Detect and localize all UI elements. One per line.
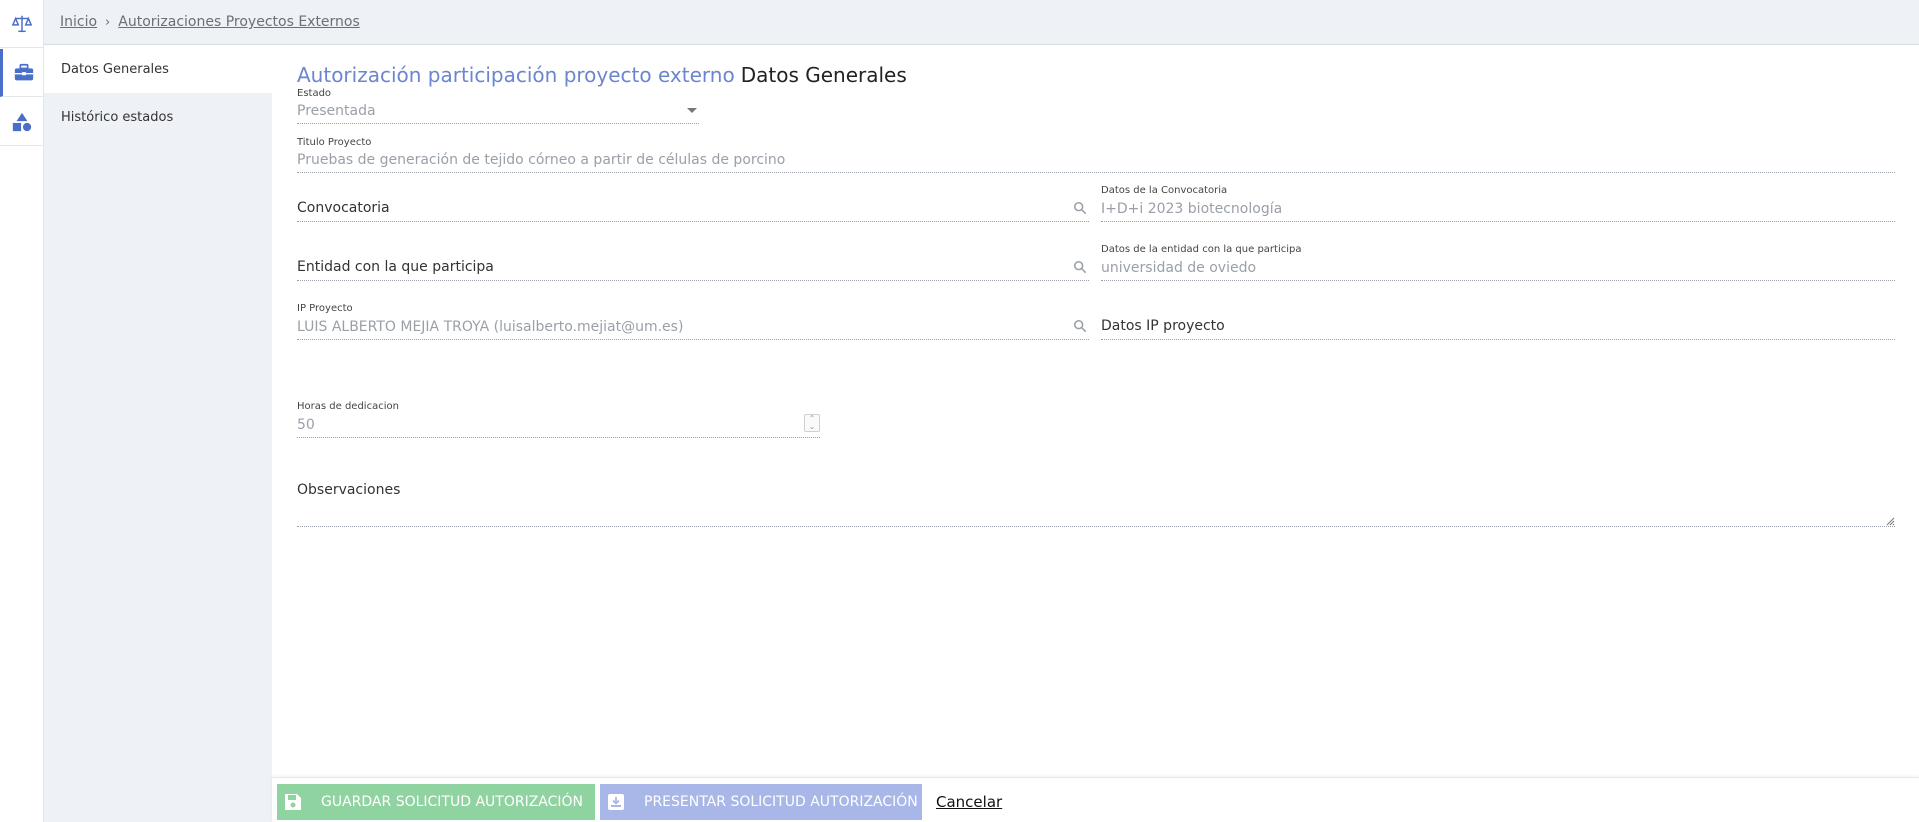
entidad-placeholder: Entidad con la que participa [297, 259, 494, 275]
rail-item-scales[interactable] [0, 0, 44, 48]
inbox-download-icon [608, 794, 624, 810]
estado-select[interactable]: Estado Presentada [297, 88, 699, 124]
horas-dedicacion-field[interactable]: Horas de dedicacion 50 ⌃ ⌄ [297, 401, 820, 438]
main-content: Autorización participación proyecto exte… [272, 45, 1919, 777]
chevron-right-icon: › [105, 14, 111, 30]
ip-proyecto-value: LUIS ALBERTO MEJIA TROYA (luisalberto.me… [297, 319, 684, 335]
sidebar-item-datos-generales[interactable]: Datos Generales [44, 45, 272, 93]
datos-convocatoria-label: Datos de la Convocatoria [1101, 185, 1228, 196]
scales-icon [11, 15, 33, 32]
breadcrumb-home-link[interactable]: Inicio [60, 14, 97, 30]
datos-entidad-field: Datos de la entidad con la que participa… [1101, 244, 1895, 281]
ip-proyecto-field[interactable]: IP Proyecto LUIS ALBERTO MEJIA TROYA (lui… [297, 303, 1089, 340]
page-title: Autorización participación proyecto exte… [297, 63, 907, 87]
datos-entidad-value: universidad de oviedo [1101, 260, 1257, 276]
floppy-disk-icon [285, 794, 301, 810]
entidad-field[interactable]: Entidad con la que participa [297, 244, 1089, 281]
horas-label: Horas de dedicacion [297, 401, 399, 412]
present-button-label: PRESENTAR SOLICITUD AUTORIZACIÓN [644, 794, 918, 810]
observaciones-placeholder: Observaciones [297, 482, 401, 498]
observaciones-field[interactable]: Observaciones [297, 460, 1895, 527]
estado-label: Estado [297, 88, 332, 99]
convocatoria-placeholder: Convocatoria [297, 200, 390, 216]
rail-item-briefcase[interactable] [0, 49, 44, 97]
search-icon[interactable] [1073, 319, 1087, 333]
datos-entidad-label: Datos de la entidad con la que participa [1101, 244, 1302, 255]
shapes-icon [12, 112, 32, 131]
ip-proyecto-label: IP Proyecto [297, 303, 353, 314]
horas-value: 50 [297, 417, 315, 433]
briefcase-icon [14, 63, 33, 80]
search-icon[interactable] [1073, 201, 1087, 215]
rail-item-shapes[interactable] [0, 98, 44, 146]
datos-ip-placeholder: Datos IP proyecto [1101, 318, 1225, 334]
datos-convocatoria-field: Datos de la Convocatoria I+D+i 2023 biot… [1101, 185, 1895, 222]
search-icon[interactable] [1073, 260, 1087, 274]
form-footer: GUARDAR SOLICITUD AUTORIZACIÓN PRESENTAR… [272, 777, 1919, 822]
convocatoria-field[interactable]: Convocatoria [297, 185, 1089, 222]
datos-ip-proyecto-field: Datos IP proyecto [1101, 303, 1895, 340]
titulo-proyecto-value: Pruebas de generación de tejido córneo a… [297, 152, 786, 168]
cancel-link[interactable]: Cancelar [936, 793, 1002, 811]
resize-handle-icon[interactable] [1886, 517, 1895, 526]
estado-value: Presentada [297, 103, 376, 119]
titulo-proyecto-field[interactable]: Titulo Proyecto Pruebas de generación de… [297, 137, 1895, 173]
app-rail [0, 0, 44, 822]
caret-down-icon [687, 108, 697, 113]
sidebar-item-historico-estados[interactable]: Histórico estados [44, 93, 272, 141]
breadcrumb: Inicio › Autorizaciones Proyectos Extern… [44, 0, 1919, 45]
save-button[interactable]: GUARDAR SOLICITUD AUTORIZACIÓN [277, 784, 595, 820]
number-stepper-icon[interactable]: ⌃ ⌄ [804, 414, 820, 432]
breadcrumb-current-link[interactable]: Autorizaciones Proyectos Externos [118, 14, 360, 30]
section-sidebar: Datos Generales Histórico estados [44, 45, 272, 822]
present-button[interactable]: PRESENTAR SOLICITUD AUTORIZACIÓN [600, 784, 922, 820]
title-section: Autorización participación proyecto exte… [297, 63, 735, 87]
save-button-label: GUARDAR SOLICITUD AUTORIZACIÓN [321, 794, 584, 810]
titulo-proyecto-label: Titulo Proyecto [297, 137, 372, 148]
title-page: Datos Generales [740, 63, 907, 87]
datos-convocatoria-value: I+D+i 2023 biotecnología [1101, 201, 1283, 217]
